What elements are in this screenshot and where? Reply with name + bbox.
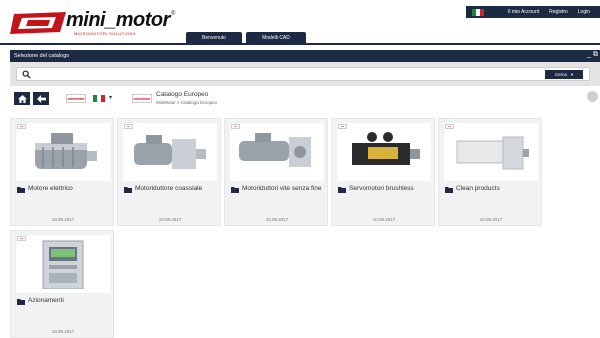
folder-icon bbox=[17, 299, 25, 305]
card-label: Servomotori brushless bbox=[349, 185, 414, 192]
folder-icon bbox=[338, 187, 346, 193]
header-divider bbox=[0, 43, 600, 45]
card-date: 10.08.2017 bbox=[265, 217, 289, 222]
search-icon bbox=[22, 70, 31, 79]
panel-title: Selezione del catalogo bbox=[14, 53, 70, 59]
card-label: Azionamenti bbox=[28, 297, 64, 304]
card-date: 10.08.2017 bbox=[372, 217, 396, 222]
account-links-bar: Il mio Account Registro Login bbox=[466, 6, 600, 18]
catalog-card-motoriduttori-vite-senza-fine[interactable]: mm Motoriduttori vite senza fine 10.08.2… bbox=[224, 118, 328, 226]
catalog-panel-header: Selezione del catalogo _ ⧉ bbox=[10, 50, 600, 62]
folder-icon bbox=[124, 187, 132, 193]
search-button[interactable]: Cerca ▾ bbox=[545, 70, 583, 79]
tab-modelli-cad[interactable]: Modelli CAD bbox=[246, 32, 306, 43]
search-box: Cerca ▾ bbox=[16, 67, 590, 81]
electric-motor-icon bbox=[35, 133, 97, 169]
search-button-label: Cerca bbox=[554, 72, 567, 77]
clean-product-icon bbox=[456, 136, 529, 170]
card-date: 10.08.2017 bbox=[158, 217, 182, 222]
drive-controller-icon bbox=[42, 240, 84, 289]
folder-icon bbox=[17, 187, 25, 193]
brand-registered-mark: ® bbox=[171, 11, 176, 17]
arrow-left-icon bbox=[36, 94, 46, 103]
card-date: 10.08.2017 bbox=[51, 217, 75, 222]
brand-tagline: MICROMOTORI SOLUTIONS bbox=[74, 31, 136, 36]
chevron-down-icon: ▾ bbox=[570, 71, 574, 77]
card-label: Clean products bbox=[456, 185, 500, 192]
catalog-title: Catalogo Europeo bbox=[156, 91, 209, 98]
search-input[interactable] bbox=[35, 69, 555, 79]
catalog-logo-small[interactable]: minimotor bbox=[66, 94, 86, 103]
catalog-card-motoriduttore-coassiale[interactable]: mm Motoriduttore coassiale 10.08.2017 bbox=[117, 118, 221, 226]
card-label: Motoriduttore coassiale bbox=[135, 185, 203, 192]
language-dropdown-caret[interactable]: ▾ bbox=[109, 94, 112, 101]
my-account-link[interactable]: Il mio Account bbox=[508, 9, 539, 15]
card-label: Motoriduttori vite senza fine bbox=[242, 185, 322, 192]
catalog-card-motore-elettrico[interactable]: mm Motore elettrico 10.08.2017 bbox=[10, 118, 114, 226]
folder-icon bbox=[231, 187, 239, 193]
brand-logo-mark bbox=[10, 12, 66, 34]
coaxial-gearmotor-icon bbox=[134, 135, 206, 169]
catalog-card-servomotori-brushless[interactable]: mm Servomotori brushless 10.08.2017 bbox=[331, 118, 435, 226]
card-label: Motore elettrico bbox=[28, 185, 73, 192]
register-link[interactable]: Registro bbox=[549, 9, 568, 15]
brand-name: mini_motor bbox=[66, 9, 170, 31]
italy-flag-icon[interactable] bbox=[93, 95, 105, 102]
folder-icon bbox=[445, 187, 453, 193]
worm-gearmotor-icon bbox=[239, 133, 311, 167]
login-link[interactable]: Login bbox=[578, 9, 590, 15]
top-header: mini_motor MICROMOTORI SOLUTIONS ® Benve… bbox=[0, 0, 600, 44]
home-icon bbox=[17, 94, 27, 103]
search-bar: Cerca ▾ bbox=[10, 62, 600, 86]
card-date: 10.08.2017 bbox=[479, 217, 503, 222]
brand-logo[interactable]: mini_motor MICROMOTORI SOLUTIONS ® bbox=[8, 6, 176, 40]
catalog-toolbar: minimotor ▾ minimotor Catalogo Europeo M… bbox=[10, 88, 600, 110]
catalog-card-clean-products[interactable]: mm Clean products 10.08.2017 bbox=[438, 118, 542, 226]
breadcrumb[interactable]: MiniMotor > Catalogo Europeo bbox=[156, 100, 217, 105]
catalog-logo-small: minimotor bbox=[132, 94, 152, 103]
refresh-icon[interactable] bbox=[587, 91, 598, 102]
card-date: 10.08.2017 bbox=[51, 329, 75, 334]
catalog-card-azionamenti[interactable]: mm Azionamenti 10.08.2017 bbox=[10, 230, 114, 338]
tab-benvenuto[interactable]: Benvenuto bbox=[186, 32, 242, 43]
brushless-servomotor-icon bbox=[352, 132, 420, 165]
back-button[interactable] bbox=[33, 92, 49, 105]
italy-flag-icon[interactable] bbox=[472, 8, 484, 16]
window-controls[interactable]: _ ⧉ bbox=[587, 51, 598, 59]
home-button[interactable] bbox=[14, 92, 30, 105]
